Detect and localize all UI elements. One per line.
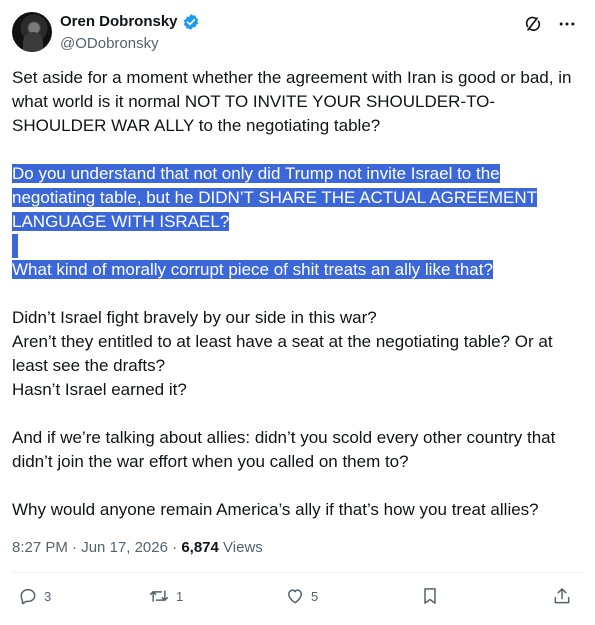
repost-button[interactable]: 1	[148, 586, 183, 606]
post-line: Aren’t they entitled to at least have a …	[12, 332, 553, 375]
author-handle[interactable]: @ODobronsky	[60, 34, 159, 54]
bookmark-icon	[420, 586, 440, 606]
avatar[interactable]	[12, 12, 52, 52]
display-name[interactable]: Oren Dobronsky	[60, 12, 178, 32]
views-label: Views	[223, 539, 263, 556]
selected-line: LANGUAGE WITH ISRAEL?	[12, 212, 230, 231]
verified-badge-icon	[182, 13, 200, 31]
post-date[interactable]: Jun 17, 2026	[81, 539, 168, 556]
meta-separator: ·	[172, 539, 178, 556]
repost-count: 1	[176, 588, 184, 604]
selected-line: negotiating table, but he DIDN’T SHARE T…	[12, 188, 538, 207]
views-count: 6,874	[181, 539, 219, 556]
reply-button[interactable]: 3	[18, 586, 51, 606]
post-paragraph: And if we’re talking about allies: didn’…	[12, 428, 556, 471]
post-time[interactable]: 8:27 PM	[12, 539, 68, 556]
like-button[interactable]: 5	[285, 586, 318, 606]
reply-count: 3	[44, 588, 52, 604]
reply-icon	[18, 586, 38, 606]
divider	[12, 572, 583, 573]
post-paragraph: Why would anyone remain America’s ally i…	[12, 500, 539, 519]
post-text: Set aside for a moment whether the agree…	[12, 66, 580, 522]
header-actions	[523, 14, 577, 34]
post-meta: 8:27 PM · Jun 17, 2026 · 6,874 Views	[12, 538, 263, 558]
highlighted-selection: Do you understand that not only did Trum…	[12, 162, 580, 282]
like-count: 5	[311, 588, 319, 604]
repost-icon	[148, 586, 170, 606]
action-bar: 3 1 5	[12, 586, 584, 612]
more-icon[interactable]	[557, 14, 577, 34]
selected-blank-line	[12, 234, 18, 258]
share-icon	[552, 586, 572, 606]
bookmark-button[interactable]	[420, 586, 440, 606]
selected-line: What kind of morally corrupt piece of sh…	[12, 260, 493, 279]
post-paragraph: Set aside for a moment whether the agree…	[12, 68, 572, 135]
grok-icon[interactable]	[523, 14, 543, 34]
meta-separator: ·	[72, 539, 78, 556]
share-button[interactable]	[552, 586, 572, 606]
post-line: Didn’t Israel fight bravely by our side …	[12, 308, 377, 327]
selected-line: Do you understand that not only did Trum…	[12, 164, 500, 183]
author-name-row: Oren Dobronsky	[60, 12, 200, 32]
post-line: Hasn’t Israel earned it?	[12, 380, 187, 399]
heart-icon	[285, 586, 305, 606]
